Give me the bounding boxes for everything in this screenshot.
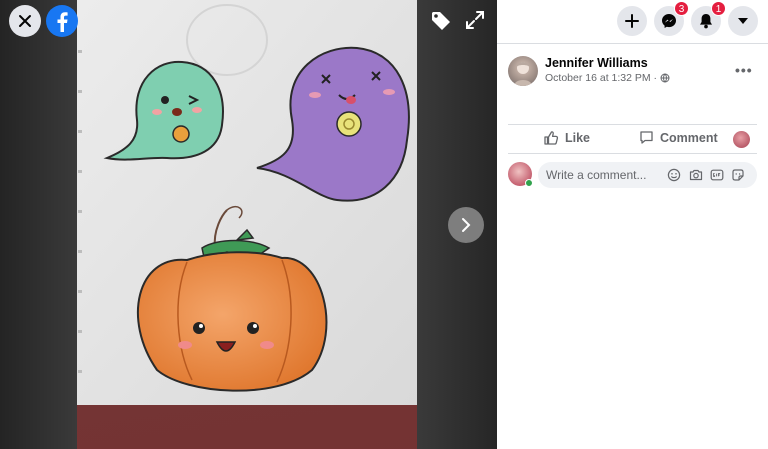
post-meta: October 16 at 1:32 PM · [545,72,670,84]
facebook-logo-button[interactable] [46,5,78,37]
emoji-icon[interactable] [667,168,681,182]
post-timestamp[interactable]: October 16 at 1:32 PM · [545,72,657,84]
comment-input[interactable] [538,162,668,188]
post-action-bar: Like Comment [508,124,757,154]
expand-icon [466,11,484,29]
chevron-right-icon [462,218,471,232]
react-as-avatar[interactable] [733,131,750,148]
author-avatar-image [514,62,532,86]
facebook-logo [57,12,68,32]
camera-icon[interactable] [689,168,703,182]
close-viewer-button[interactable] [9,5,41,37]
messenger-badge: 3 [674,1,689,16]
comment-icon [640,131,653,144]
tag-photo-button[interactable] [430,10,452,37]
fullscreen-button[interactable] [465,10,485,35]
thumbs-up-icon [544,131,559,145]
author-avatar[interactable] [508,56,538,86]
like-button[interactable]: Like [543,130,590,146]
post-options-button[interactable]: ••• [735,62,753,78]
notifications-button[interactable]: 1 [691,1,726,36]
comment-label: Comment [660,130,718,145]
messenger-icon [662,14,676,28]
top-navigation: 3 1 [497,0,768,44]
account-menu-button[interactable] [728,6,758,36]
halloween-drawing-photo [77,0,417,449]
create-button[interactable] [617,6,647,36]
tag-icon [432,12,450,30]
sticker-icon[interactable] [731,168,745,182]
viewer-backdrop-left [0,0,77,449]
notifications-badge: 1 [711,1,726,16]
close-icon [19,15,31,27]
post-side-panel: 3 1 Jennifer Williams October 16 at 1:32… [497,0,768,449]
comment-composer[interactable] [538,162,757,188]
caret-down-icon [738,18,748,24]
gif-icon[interactable] [710,168,724,182]
author-name[interactable]: Jennifer Williams [545,56,648,70]
photo-viewer [0,0,497,449]
messenger-button[interactable]: 3 [654,1,689,36]
comment-button[interactable]: Comment [639,130,718,145]
like-label: Like [565,131,591,145]
globe-icon [660,73,670,83]
online-status-dot [525,179,533,187]
plus-icon [625,14,639,28]
bell-icon [700,14,712,29]
next-photo-button[interactable] [448,207,484,243]
